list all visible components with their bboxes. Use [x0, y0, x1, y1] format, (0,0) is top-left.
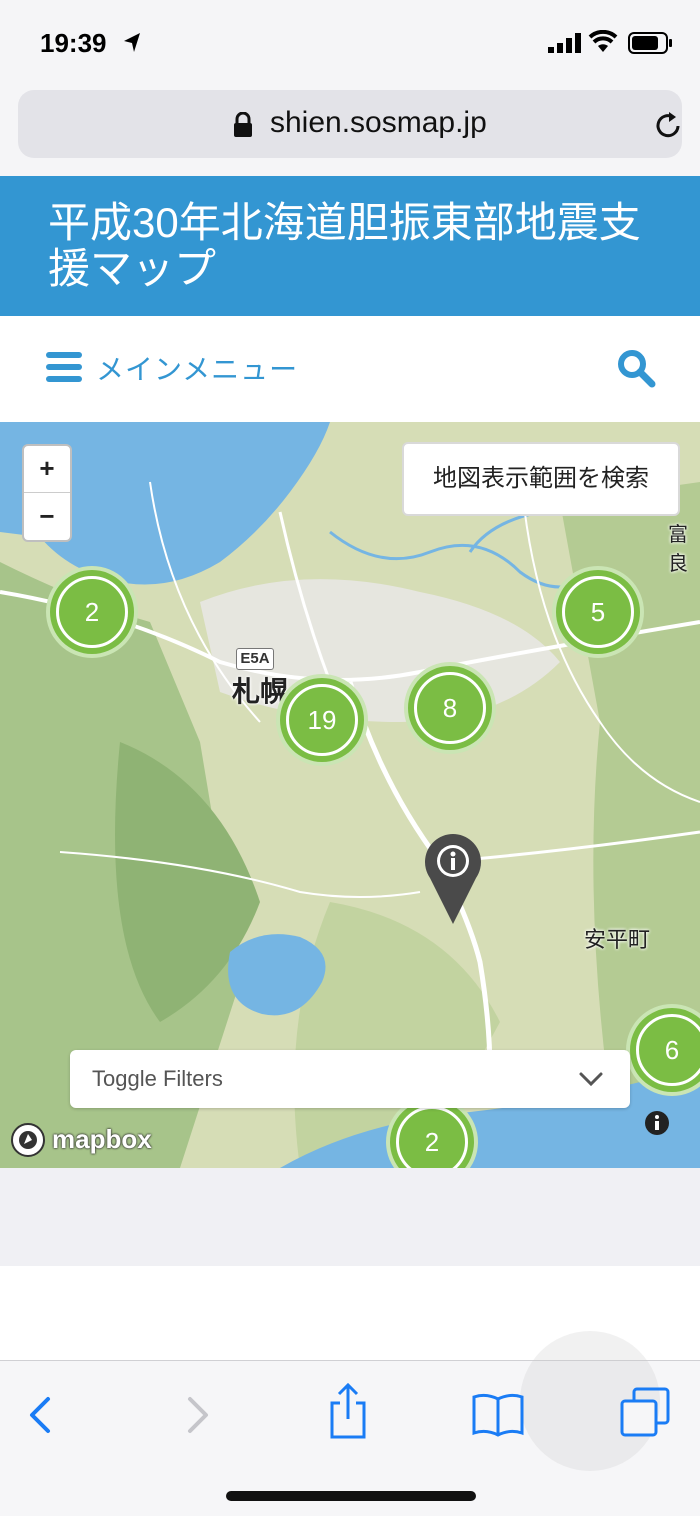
url-text: shien.sosmap.jp [270, 106, 487, 139]
browser-toolbar [0, 1331, 700, 1516]
battery-icon [628, 32, 672, 54]
map-cluster-marker[interactable]: 19 [276, 674, 368, 766]
place-label-abira: 安平町 [584, 927, 651, 952]
site-header: 平成30年北海道胆振東部地震支援マップ [0, 176, 700, 316]
map-pin-info-icon[interactable] [424, 834, 482, 926]
hamburger-menu-icon[interactable] [46, 350, 82, 384]
tabs-icon[interactable] [620, 1387, 670, 1437]
main-menu-button[interactable]: メインメニュー [96, 348, 298, 388]
mapbox-logo[interactable]: mapbox [10, 1120, 170, 1160]
location-arrow-icon [124, 33, 140, 52]
mapbox-mark-icon [11, 1123, 45, 1157]
back-icon[interactable] [26, 1395, 54, 1435]
status-time: 19:39 [40, 28, 107, 58]
cellular-signal-icon [548, 33, 581, 53]
cluster-count: 6 [636, 1014, 700, 1086]
page-title[interactable]: 平成30年北海道胆振東部地震支援マップ [48, 200, 658, 292]
zoom-out-button[interactable]: − [24, 494, 70, 541]
share-icon[interactable] [328, 1383, 368, 1439]
map-cluster-marker[interactable]: 5 [552, 566, 644, 658]
zoom-control: + − [22, 444, 72, 542]
main-nav: メインメニュー [0, 316, 700, 422]
forward-icon[interactable] [184, 1395, 212, 1435]
wifi-icon [588, 30, 618, 52]
road-shield: E5A [236, 648, 274, 670]
reload-icon[interactable] [652, 110, 684, 142]
map-cluster-marker[interactable]: 8 [404, 662, 496, 754]
cluster-count: 2 [56, 576, 128, 648]
page-footer-band [0, 1168, 700, 1266]
zoom-in-button[interactable]: + [24, 446, 70, 493]
bookmarks-icon[interactable] [472, 1391, 524, 1437]
home-indicator [226, 1491, 476, 1501]
place-label-tomi: 富良 [668, 524, 688, 575]
status-bar: 19:39 [0, 0, 700, 84]
address-bar[interactable]: shien.sosmap.jp [18, 90, 682, 158]
lock-icon [234, 112, 252, 137]
cluster-count: 2 [396, 1106, 468, 1168]
search-this-area-button[interactable]: 地図表示範囲を検索 [402, 442, 680, 516]
mapbox-attribution: mapbox [52, 1124, 152, 1154]
cluster-count: 19 [286, 684, 358, 756]
browser-chrome: shien.sosmap.jp [0, 84, 700, 176]
toggle-filters-label: Toggle Filters [92, 1066, 223, 1091]
info-icon[interactable] [644, 1110, 670, 1136]
chevron-down-icon [579, 1072, 603, 1087]
search-icon[interactable] [616, 348, 656, 388]
cluster-count: 8 [414, 672, 486, 744]
map-view[interactable]: + − 地図表示範囲を検索 札幌 安平町 富良 E5A 2 19 8 5 6 2… [0, 422, 700, 1168]
map-cluster-marker[interactable]: 2 [46, 566, 138, 658]
cluster-count: 5 [562, 576, 634, 648]
toggle-filters-dropdown[interactable]: Toggle Filters [70, 1050, 630, 1108]
